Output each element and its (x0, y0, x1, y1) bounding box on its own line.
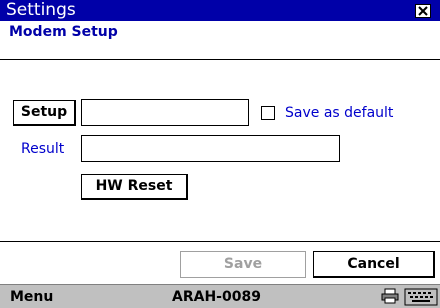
setup-button[interactable]: Setup (13, 100, 76, 126)
result-label: Result (21, 141, 65, 157)
menu-button[interactable]: Menu (10, 288, 53, 306)
cancel-button[interactable]: Cancel (313, 251, 435, 278)
page-header: Modem Setup (0, 21, 440, 60)
save-button[interactable]: Save (180, 251, 306, 278)
save-default-label[interactable]: Save as default (285, 104, 393, 122)
setup-input[interactable] (81, 99, 249, 126)
header-divider (0, 59, 440, 60)
result-input[interactable] (81, 135, 340, 162)
taskbar: Menu ARAH-0089 (0, 284, 440, 308)
window-title: Settings (6, 0, 76, 20)
close-button[interactable] (415, 4, 431, 18)
printer-icon[interactable] (381, 288, 399, 304)
hw-reset-button[interactable]: HW Reset (81, 174, 188, 200)
device-name: ARAH-0089 (172, 289, 261, 305)
save-default-checkbox[interactable] (261, 106, 275, 120)
title-bar: Settings (0, 0, 440, 21)
button-bar-divider (0, 241, 440, 242)
close-icon (418, 6, 428, 16)
page-title: Modem Setup (9, 24, 118, 40)
keyboard-icon[interactable] (404, 288, 438, 306)
